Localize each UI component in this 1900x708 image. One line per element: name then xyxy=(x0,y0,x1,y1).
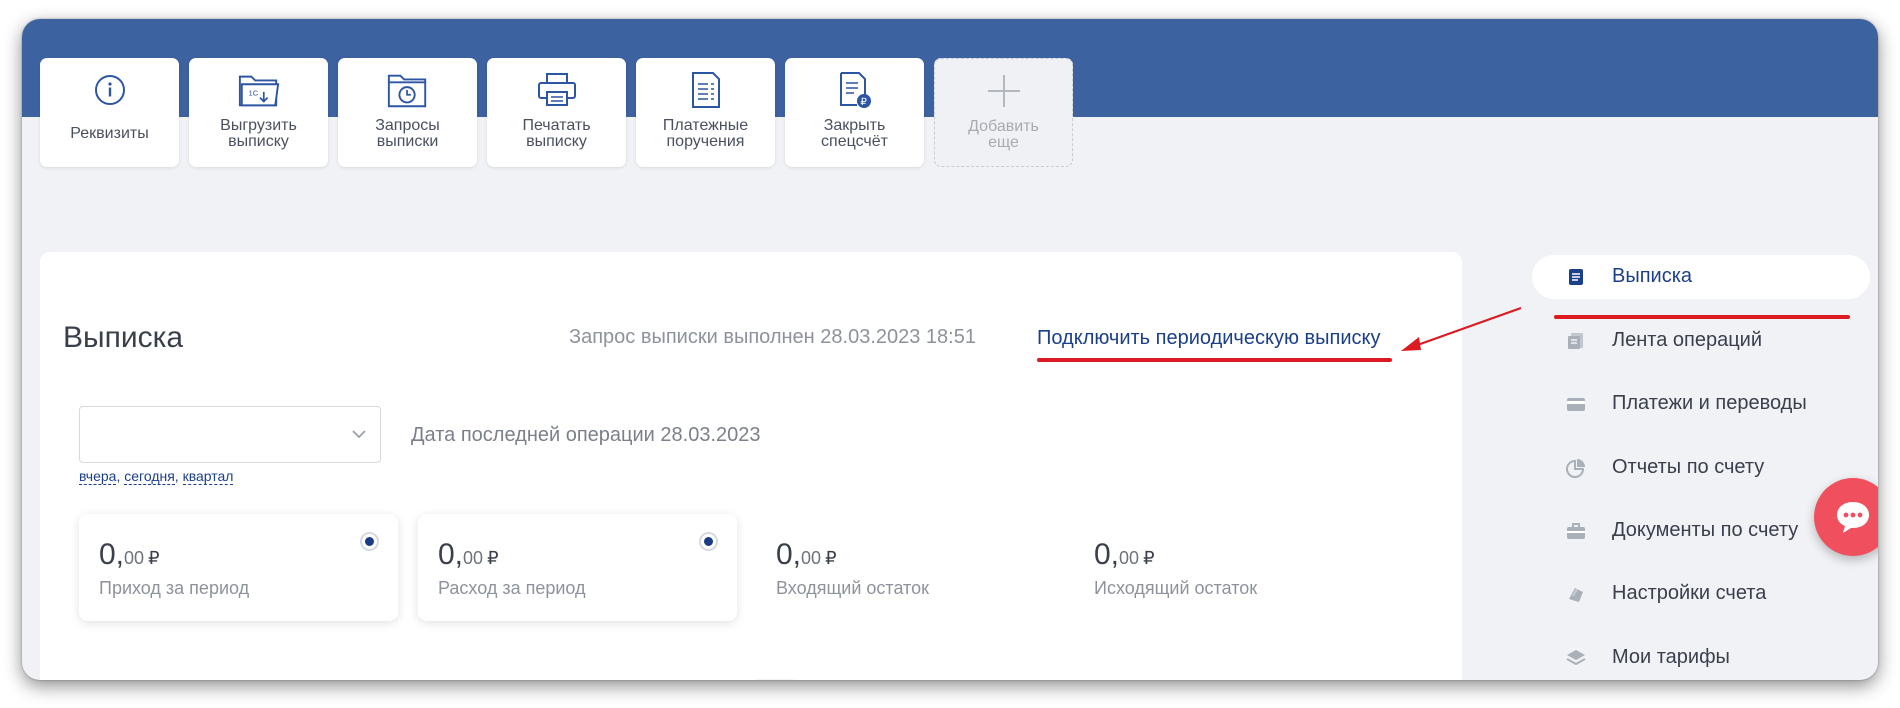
pie-chart-icon xyxy=(1566,459,1585,478)
add-more-label: Добавить еще xyxy=(968,118,1039,151)
statement-requests-button[interactable]: Запросы выписки xyxy=(338,58,477,167)
account-sidebar: Выписка Лента операций Платежи и перевод… xyxy=(1532,19,1878,680)
sidebar-item-tariffs[interactable]: Мои тарифы xyxy=(1532,636,1870,680)
app-window: Реквизиты 1С Выгрузить выписку Запросы в… xyxy=(22,19,1878,680)
quick-today-link[interactable]: сегодня xyxy=(124,468,175,485)
info-icon xyxy=(88,68,132,112)
close-special-account-label: Закрыть спецсчёт xyxy=(821,117,888,150)
closing-balance-amount: 0,00 ₽ xyxy=(1094,538,1155,571)
sidebar-item-label: Документы по счету xyxy=(1612,519,1799,541)
statement-icon xyxy=(1569,269,1583,285)
expense-amount: 0,00 ₽ xyxy=(438,538,499,571)
document-list-icon xyxy=(684,68,728,112)
sidebar-item-settings[interactable]: Настройки счета xyxy=(1532,572,1870,616)
chat-bubble-icon xyxy=(1837,502,1869,533)
quick-period-links: вчера, сегодня, квартал xyxy=(79,468,234,485)
print-statement-label: Печатать выписку xyxy=(522,117,591,150)
request-status-text: Запрос выписки выполнен 28.03.2023 18:51 xyxy=(569,326,976,348)
export-statement-button[interactable]: 1С Выгрузить выписку xyxy=(189,58,328,167)
highlight-underline xyxy=(1037,358,1392,362)
page-title: Выписка xyxy=(63,321,184,354)
requisites-label: Реквизиты xyxy=(70,125,149,142)
print-statement-button[interactable]: Печатать выписку xyxy=(487,58,626,167)
quick-quarter-link[interactable]: квартал xyxy=(182,468,234,485)
add-more-button[interactable]: Добавить еще xyxy=(934,58,1073,167)
sidebar-item-feed[interactable]: Лента операций xyxy=(1532,319,1870,363)
feed-icon xyxy=(1568,333,1583,349)
sidebar-item-reports[interactable]: Отчеты по счету xyxy=(1532,446,1870,490)
sidebar-highlight-underline xyxy=(1554,315,1850,319)
income-amount: 0,00 ₽ xyxy=(99,538,160,571)
quick-yesterday-link[interactable]: вчера xyxy=(79,468,117,485)
connect-periodic-statement-link[interactable]: Подключить периодическую выписку xyxy=(1037,327,1381,350)
svg-text:1С: 1С xyxy=(248,89,258,98)
sidebar-item-statement[interactable]: Выписка xyxy=(1532,255,1870,299)
settings-cards-icon xyxy=(1569,588,1583,602)
expense-label: Расход за период xyxy=(438,578,586,598)
payment-orders-button[interactable]: Платежные поручения xyxy=(636,58,775,167)
opening-balance-amount: 0,00 ₽ xyxy=(776,538,837,571)
printer-icon xyxy=(535,68,579,112)
sidebar-item-payments[interactable]: Платежи и переводы xyxy=(1532,382,1870,426)
folder-clock-icon xyxy=(386,68,430,112)
sidebar-item-label: Платежи и переводы xyxy=(1612,392,1807,414)
svg-text:₽: ₽ xyxy=(860,97,867,108)
close-special-account-button[interactable]: ₽ Закрыть спецсчёт xyxy=(785,58,924,167)
opening-balance-label: Входящий остаток xyxy=(776,578,929,598)
export-statement-label: Выгрузить выписку xyxy=(220,117,297,150)
sidebar-item-label: Мои тарифы xyxy=(1612,646,1730,668)
period-select[interactable] xyxy=(79,406,381,463)
income-label: Приход за период xyxy=(99,578,250,598)
briefcase-icon xyxy=(1567,523,1585,539)
closing-balance-label: Исходящий остаток xyxy=(1094,578,1258,598)
plus-icon xyxy=(982,69,1026,113)
action-toolbar: Реквизиты 1С Выгрузить выписку Запросы в… xyxy=(40,58,1073,167)
last-operation-date: Дата последней операции 28.03.2023 xyxy=(411,424,761,446)
annotation-arrow-icon xyxy=(1401,306,1522,351)
document-ruble-icon: ₽ xyxy=(833,68,877,112)
requisites-button[interactable]: Реквизиты xyxy=(40,58,179,167)
chevron-down-icon xyxy=(352,430,366,439)
sidebar-item-label: Настройки счета xyxy=(1612,582,1767,604)
statement-requests-label: Запросы выписки xyxy=(375,117,440,150)
expense-radio[interactable] xyxy=(699,532,718,551)
folder-1c-download-icon: 1С xyxy=(237,68,281,112)
card-icon xyxy=(1567,398,1585,411)
payment-orders-label: Платежные поручения xyxy=(662,117,749,150)
income-radio[interactable] xyxy=(360,532,379,551)
sidebar-item-label: Выписка xyxy=(1612,265,1693,287)
layers-icon xyxy=(1566,650,1586,666)
sidebar-item-label: Отчеты по счету xyxy=(1612,456,1765,478)
sidebar-item-label: Лента операций xyxy=(1612,329,1763,351)
